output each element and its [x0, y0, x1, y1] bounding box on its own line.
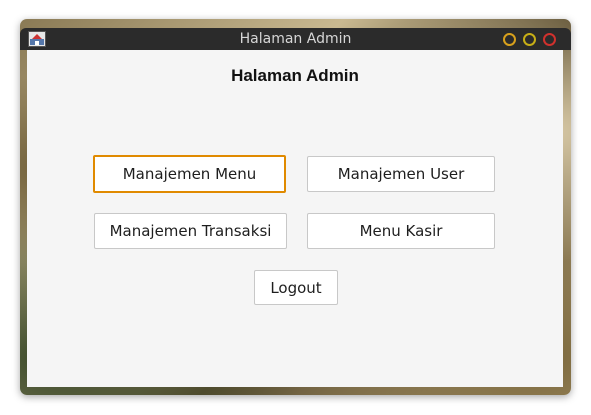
logout-button[interactable]: Logout [254, 270, 338, 305]
maximize-icon[interactable] [523, 33, 536, 46]
close-icon[interactable] [543, 33, 556, 46]
window-title: Halaman Admin [239, 31, 352, 47]
manajemen-transaksi-button[interactable]: Manajemen Transaksi [94, 213, 287, 249]
page-title: Halaman Admin [231, 66, 359, 85]
minimize-icon[interactable] [503, 33, 516, 46]
manajemen-user-button[interactable]: Manajemen User [307, 156, 495, 192]
title-bar[interactable]: Halaman Admin [20, 28, 571, 50]
manajemen-menu-button[interactable]: Manajemen Menu [93, 155, 286, 193]
admin-window: Halaman Admin Halaman Admin Manajemen Me… [20, 19, 571, 395]
menu-kasir-button[interactable]: Menu Kasir [307, 213, 495, 249]
content-panel: Halaman Admin Manajemen Menu Manajemen U… [27, 50, 563, 387]
